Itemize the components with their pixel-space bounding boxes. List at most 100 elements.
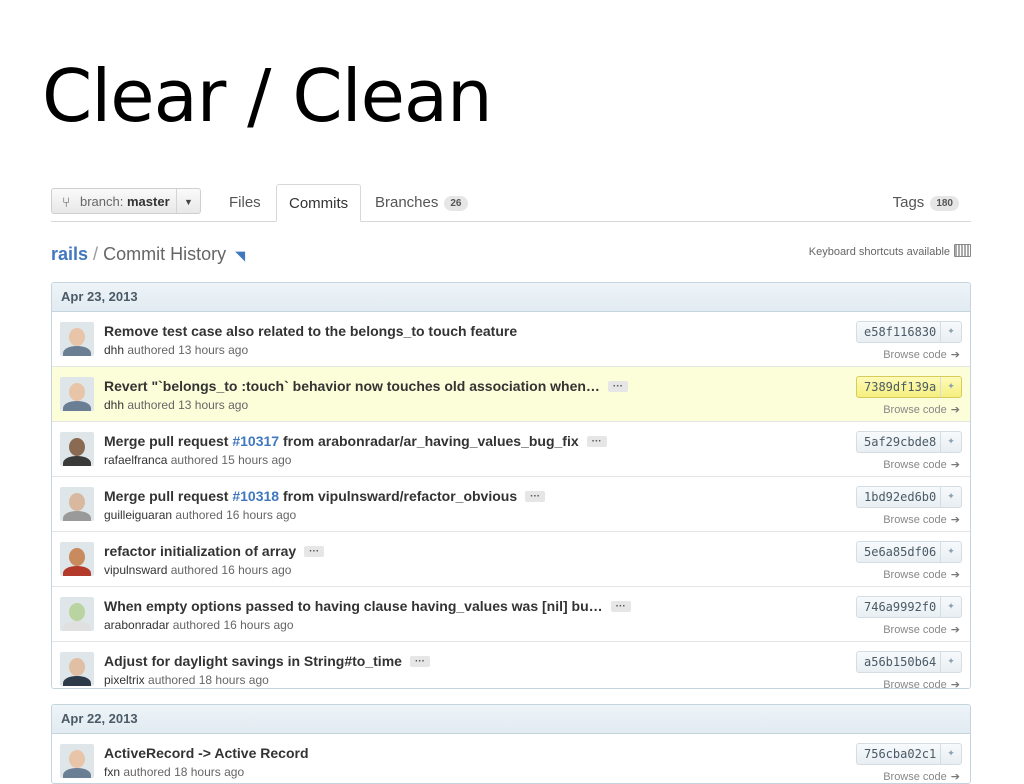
keyboard-shortcuts-hint[interactable]: Keyboard shortcuts available [809, 244, 971, 260]
commit-sha: 746a9992f0 [864, 600, 937, 614]
commit-row: Merge pull request #10317 from arabonrad… [52, 422, 970, 477]
commit-message[interactable]: Revert "`belongs_to :touch` behavior now… [104, 377, 628, 395]
commit-message[interactable]: Merge pull request #10318 from vipulnswa… [104, 487, 546, 505]
copy-sha-icon[interactable]: ✦ [940, 744, 961, 764]
repo-header: rails / Commit History ◥ [51, 242, 245, 268]
commit-time: authored 13 hours ago [127, 398, 249, 412]
tab-tags[interactable]: Tags 180 [881, 184, 971, 221]
branch-selector-button[interactable]: ⑂ branch: master ▼ [51, 188, 201, 214]
tab-commits[interactable]: Commits [276, 184, 362, 222]
arrow-right-icon: ➔ [950, 459, 960, 471]
tab-files[interactable]: Files [217, 184, 273, 221]
commit-sha-button[interactable]: 7389df139a ✦ [856, 376, 962, 398]
avatar-face [69, 438, 85, 456]
avatar[interactable] [60, 487, 94, 521]
commit-author-link[interactable]: fxn [104, 765, 120, 779]
repo-separator: / [93, 244, 99, 264]
commit-message[interactable]: refactor initialization of array ··· [104, 542, 325, 560]
commit-sha-button[interactable]: 5af29cbde8 ✦ [856, 431, 962, 453]
commit-sha-button[interactable]: e58f116830 ✦ [856, 321, 962, 343]
expand-message-button[interactable]: ··· [586, 436, 607, 447]
commit-author-link[interactable]: arabonradar [104, 618, 169, 632]
commit-time: authored 16 hours ago [170, 563, 292, 577]
commit-author-link[interactable]: vipulnsward [104, 563, 167, 577]
avatar-face [69, 658, 85, 676]
commit-sha: 5e6a85df06 [864, 545, 937, 559]
commit-author-link[interactable]: pixeltrix [104, 673, 145, 687]
expand-message-button[interactable]: ··· [525, 491, 546, 502]
commit-group: Apr 22, 2013 ActiveRecord -> Active Recor… [51, 704, 971, 784]
repo-name-link[interactable]: rails [51, 244, 88, 264]
copy-sha-icon[interactable]: ✦ [940, 542, 961, 562]
commit-row: Merge pull request #10318 from vipulnswa… [52, 477, 970, 532]
arrow-right-icon: ➔ [950, 771, 960, 783]
tab-branches[interactable]: Branches 26 [363, 184, 480, 221]
browse-code-link[interactable]: Browse code ➔ [883, 513, 960, 527]
branches-count-badge: 26 [444, 196, 468, 211]
avatar[interactable] [60, 432, 94, 466]
expand-message-button[interactable]: ··· [607, 381, 628, 392]
commit-message[interactable]: When empty options passed to having clau… [104, 597, 631, 615]
commit-meta: pixeltrix authored 18 hours ago [104, 672, 269, 688]
browse-code-link[interactable]: Browse code ➔ [883, 770, 960, 783]
commit-sha-button[interactable]: 746a9992f0 ✦ [856, 596, 962, 618]
rss-icon[interactable]: ◥ [235, 248, 245, 263]
avatar-face [69, 493, 85, 511]
avatar[interactable] [60, 542, 94, 576]
arrow-right-icon: ➔ [950, 404, 960, 416]
commit-time: authored 16 hours ago [172, 618, 294, 632]
avatar[interactable] [60, 322, 94, 356]
commit-sha-button[interactable]: 756cba02c1 ✦ [856, 743, 962, 765]
copy-sha-icon[interactable]: ✦ [940, 597, 961, 617]
commit-meta: dhh authored 13 hours ago [104, 342, 248, 358]
commit-author-link[interactable]: dhh [104, 343, 124, 357]
commit-message[interactable]: ActiveRecord -> Active Record [104, 744, 309, 762]
expand-message-button[interactable]: ··· [409, 656, 430, 667]
browse-code-link[interactable]: Browse code ➔ [883, 458, 960, 472]
commit-row: ActiveRecord -> Active Record fxn authore… [52, 734, 970, 783]
copy-sha-icon[interactable]: ✦ [940, 652, 961, 672]
copy-sha-icon[interactable]: ✦ [940, 322, 961, 342]
commit-sha-button[interactable]: a56b150b64 ✦ [856, 651, 962, 673]
commit-time: authored 15 hours ago [170, 453, 292, 467]
commit-author-link[interactable]: guilleiguaran [104, 508, 172, 522]
avatar-face [69, 548, 85, 566]
copy-sha-icon[interactable]: ✦ [940, 487, 961, 507]
pull-request-link[interactable]: #10318 [232, 488, 279, 504]
commit-group-date: Apr 22, 2013 [52, 705, 970, 734]
tags-count-badge: 180 [930, 196, 959, 211]
browse-code-link[interactable]: Browse code ➔ [883, 568, 960, 582]
commit-sha-button[interactable]: 1bd92ed6b0 ✦ [856, 486, 962, 508]
avatar-face [69, 750, 85, 768]
commit-sha-button[interactable]: 5e6a85df06 ✦ [856, 541, 962, 563]
commit-meta: vipulnsward authored 16 hours ago [104, 562, 291, 578]
browse-code-link[interactable]: Browse code ➔ [883, 403, 960, 417]
commit-time: authored 18 hours ago [148, 673, 269, 687]
arrow-right-icon: ➔ [950, 624, 960, 636]
commit-row: Adjust for daylight savings in String#to… [52, 642, 970, 688]
commit-meta: guilleiguaran authored 16 hours ago [104, 507, 296, 523]
commit-message[interactable]: Merge pull request #10317 from arabonrad… [104, 432, 607, 450]
expand-message-button[interactable]: ··· [304, 546, 325, 557]
browse-code-link[interactable]: Browse code ➔ [883, 678, 960, 688]
avatar[interactable] [60, 597, 94, 631]
commit-sha: 7389df139a [864, 380, 937, 394]
browse-code-link[interactable]: Browse code ➔ [883, 348, 960, 362]
branch-name: master [127, 194, 170, 209]
copy-sha-icon[interactable]: ✦ [940, 377, 961, 397]
commit-message[interactable]: Remove test case also related to the bel… [104, 322, 517, 340]
avatar[interactable] [60, 744, 94, 778]
expand-message-button[interactable]: ··· [610, 601, 631, 612]
commit-message[interactable]: Adjust for daylight savings in String#to… [104, 652, 430, 670]
pull-request-link[interactable]: #10317 [232, 433, 279, 449]
commit-author-link[interactable]: dhh [104, 398, 124, 412]
browse-code-link[interactable]: Browse code ➔ [883, 623, 960, 637]
page-title: Commit History [103, 244, 227, 264]
commit-row: Revert "`belongs_to :touch` behavior now… [52, 367, 970, 422]
avatar-body [63, 346, 91, 356]
avatar[interactable] [60, 652, 94, 686]
copy-sha-icon[interactable]: ✦ [940, 432, 961, 452]
commit-author-link[interactable]: rafaelfranca [104, 453, 167, 467]
avatar-body [63, 676, 91, 686]
avatar[interactable] [60, 377, 94, 411]
